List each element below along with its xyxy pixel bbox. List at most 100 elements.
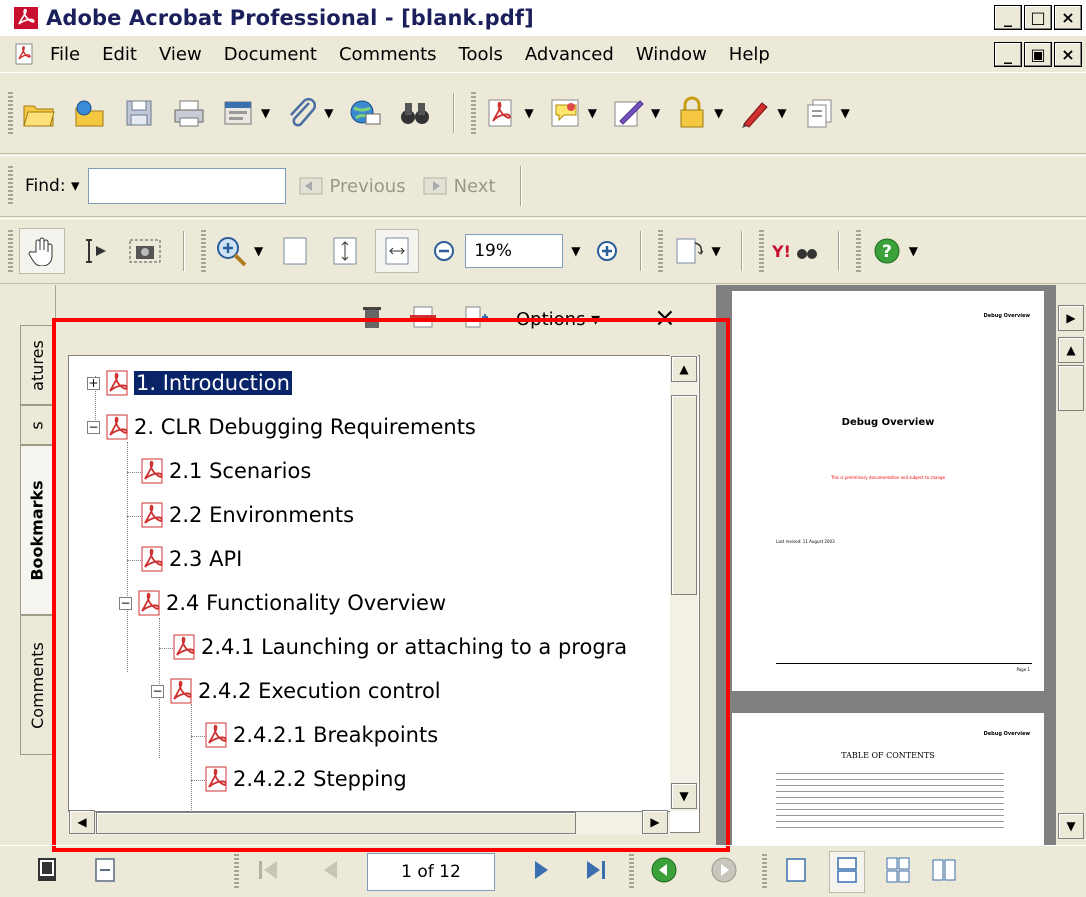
tab-comments[interactable]: Comments xyxy=(20,615,54,755)
document-view[interactable]: Debug Overview Debug Overview This is pr… xyxy=(716,285,1056,845)
toolbar-grip[interactable] xyxy=(201,230,206,272)
menu-file[interactable]: File xyxy=(50,44,80,65)
chevron-down-icon[interactable]: ▼ xyxy=(841,106,850,120)
collapse-icon[interactable]: − xyxy=(87,420,100,434)
page-2[interactable]: Debug Overview TABLE OF CONTENTS xyxy=(732,713,1044,845)
bookmarks-horizontal-scrollbar[interactable]: ◀ ▶ xyxy=(68,810,670,835)
bookmark-item[interactable]: 2.4.2.2 Stepping xyxy=(203,760,407,798)
forms-icon[interactable] xyxy=(799,93,839,133)
scroll-thumb[interactable] xyxy=(1058,365,1084,411)
zoom-level-input[interactable]: 19% xyxy=(465,234,564,268)
first-page-icon[interactable] xyxy=(255,857,281,887)
page-number-input[interactable]: 1 of 12 xyxy=(367,852,495,891)
menu-comments[interactable]: Comments xyxy=(339,44,437,65)
chevron-down-icon[interactable]: ▼ xyxy=(261,106,270,120)
doc-close-button[interactable]: × xyxy=(1054,42,1082,67)
maximize-button[interactable]: □ xyxy=(1024,5,1052,30)
last-page-icon[interactable] xyxy=(583,857,609,887)
attach-icon[interactable] xyxy=(282,93,322,133)
scroll-up-icon[interactable]: ▲ xyxy=(671,356,697,382)
menu-advanced[interactable]: Advanced xyxy=(525,44,614,65)
create-pdf-icon[interactable] xyxy=(219,93,259,133)
bookmark-item[interactable]: − 2. CLR Debugging Requirements xyxy=(87,408,476,446)
menu-edit[interactable]: Edit xyxy=(102,44,137,65)
doc-minimize-button[interactable]: _ xyxy=(994,42,1022,67)
new-bookmark-icon[interactable] xyxy=(410,305,436,333)
continuous-page-icon[interactable] xyxy=(829,850,865,893)
find-next-button[interactable]: Next xyxy=(422,175,496,197)
previous-page-icon[interactable] xyxy=(319,857,341,887)
create-pdf-from-file-icon[interactable] xyxy=(482,93,522,133)
scroll-up-icon[interactable]: ▲ xyxy=(1058,337,1084,363)
lock-icon[interactable] xyxy=(672,93,712,133)
page-1[interactable]: Debug Overview Debug Overview This is pr… xyxy=(732,291,1044,691)
yahoo-search-icon[interactable]: Y! xyxy=(770,231,820,271)
scroll-down-icon[interactable]: ▼ xyxy=(1058,813,1084,839)
chevron-down-icon[interactable]: ▼ xyxy=(711,244,720,258)
bookmark-item[interactable]: 2.4.2.1 Breakpoints xyxy=(203,716,438,754)
chevron-down-icon[interactable]: ▼ xyxy=(324,106,333,120)
scroll-right-icon[interactable]: ▶ xyxy=(642,810,668,834)
expand-pane-icon[interactable]: ▶ xyxy=(1058,305,1084,331)
menu-view[interactable]: View xyxy=(159,44,202,65)
page-thumbnail-icon[interactable] xyxy=(36,857,58,887)
toolbar-grip[interactable] xyxy=(8,230,13,272)
review-comment-icon[interactable] xyxy=(546,93,586,133)
expand-bookmark-icon[interactable] xyxy=(464,305,490,333)
acrobat-doc-icon[interactable] xyxy=(14,43,36,65)
search-binoculars-icon[interactable] xyxy=(395,93,435,133)
page-layout-icon[interactable] xyxy=(94,857,116,887)
toolbar-grip[interactable] xyxy=(234,853,239,890)
collapse-icon[interactable]: − xyxy=(119,596,132,610)
toolbar-grip[interactable] xyxy=(855,230,861,272)
print-icon[interactable] xyxy=(169,93,209,133)
options-menu-button[interactable]: Options ▾ xyxy=(516,309,600,330)
facing-pages-icon[interactable] xyxy=(931,856,957,888)
chevron-down-icon[interactable]: ▼ xyxy=(571,244,580,258)
toolbar-grip[interactable] xyxy=(762,853,767,890)
bookmark-item[interactable]: + 1. Introduction xyxy=(87,364,293,402)
next-page-icon[interactable] xyxy=(531,857,553,887)
next-view-icon[interactable] xyxy=(710,856,738,888)
scroll-thumb[interactable] xyxy=(671,395,697,595)
chevron-down-icon[interactable]: ▼ xyxy=(588,106,597,120)
zoom-out-icon[interactable] xyxy=(429,231,459,271)
sign-document-icon[interactable] xyxy=(609,93,649,133)
toolbar-grip[interactable] xyxy=(8,92,13,134)
toolbar-grip[interactable] xyxy=(758,230,764,272)
organizer-icon[interactable] xyxy=(69,93,109,133)
select-text-icon[interactable] xyxy=(75,231,115,271)
bookmark-item[interactable]: 2.3 API xyxy=(139,540,242,578)
bookmarks-vertical-scrollbar[interactable]: ▲ ▼ xyxy=(670,355,698,811)
menu-document[interactable]: Document xyxy=(224,44,317,65)
chevron-down-icon[interactable]: ▼ xyxy=(254,244,263,258)
chevron-down-icon[interactable]: ▼ xyxy=(777,106,786,120)
single-page-icon[interactable] xyxy=(783,856,809,888)
chevron-down-icon[interactable]: ▼ xyxy=(909,244,918,258)
close-panel-icon[interactable]: × xyxy=(654,303,676,333)
bookmark-item[interactable]: − 2.4.2 Execution control xyxy=(151,672,441,710)
collapse-icon[interactable]: − xyxy=(151,684,164,698)
actual-size-icon[interactable] xyxy=(275,231,315,271)
rotate-view-icon[interactable] xyxy=(669,231,709,271)
close-button[interactable]: × xyxy=(1054,5,1082,30)
delete-bookmark-icon[interactable] xyxy=(362,305,382,333)
minimize-button[interactable]: _ xyxy=(994,5,1022,30)
find-label[interactable]: Find: ▾ xyxy=(25,176,80,196)
bookmark-item[interactable]: 2.1 Scenarios xyxy=(139,452,311,490)
find-previous-button[interactable]: Previous xyxy=(298,175,406,197)
scroll-down-icon[interactable]: ▼ xyxy=(671,783,697,809)
menu-window[interactable]: Window xyxy=(636,44,707,65)
document-vertical-scrollbar[interactable]: ▶ ▲ ▼ xyxy=(1056,285,1086,845)
pen-icon[interactable] xyxy=(735,93,775,133)
menu-tools[interactable]: Tools xyxy=(459,44,503,65)
menu-help[interactable]: Help xyxy=(729,44,770,65)
hand-tool-icon[interactable] xyxy=(19,228,65,274)
zoom-in-tool-icon[interactable] xyxy=(212,231,252,271)
tab-signatures[interactable]: atures xyxy=(20,325,54,405)
fit-width-icon[interactable] xyxy=(375,229,420,273)
toolbar-grip[interactable] xyxy=(8,166,13,206)
tab-bookmarks[interactable]: Bookmarks xyxy=(20,445,54,615)
bookmark-item[interactable]: − 2.4 Functionality Overview xyxy=(119,584,446,622)
toolbar-grip[interactable] xyxy=(658,230,664,272)
